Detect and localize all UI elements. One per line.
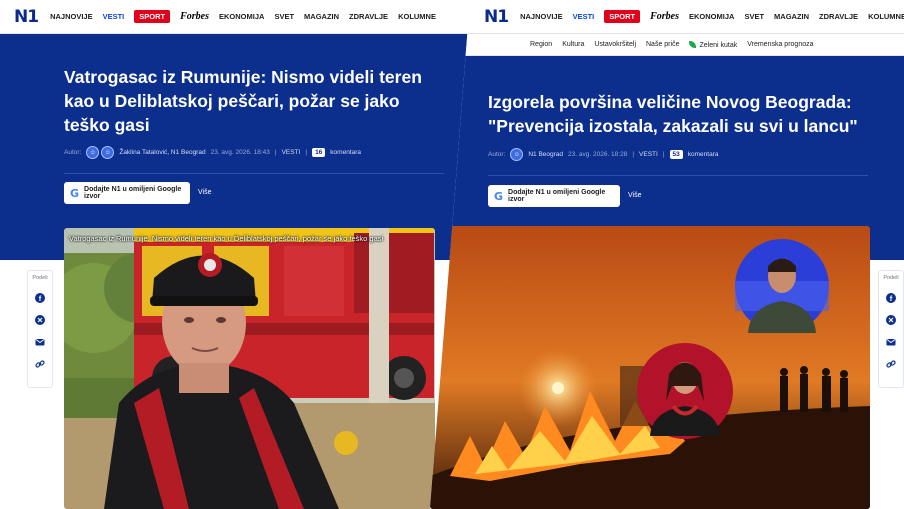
nav-item-kolumne[interactable]: KOLUMNE (868, 12, 904, 21)
photo-caption: Vatrogasac iz Rumunije: Nismo videli ter… (69, 234, 384, 243)
nav-item-vesti[interactable]: VESTI (103, 12, 125, 21)
headline-line: kao u Deliblatskoj peščari, požar se jak… (64, 91, 400, 111)
subnav-item-nase-price[interactable]: Naše priče (646, 41, 679, 48)
nav-item-magazin[interactable]: MAGAZIN (304, 12, 339, 21)
more-link[interactable]: Više (198, 189, 212, 196)
n1-logo[interactable]: N1 (484, 7, 509, 27)
publish-date: 23. avg. 2026. 18:28 (568, 151, 628, 158)
article-photo[interactable] (430, 226, 870, 509)
main-nav: NAJNOVIJE VESTI SPORT Forbes EKONOMIJA S… (50, 10, 436, 23)
author-avatar: ☺ (101, 146, 115, 159)
headline-line: "Prevencija izostala, zakazali su svi u … (488, 116, 858, 136)
left-article-page: N1 NAJNOVIJE VESTI SPORT Forbes EKONOMIJ… (0, 0, 470, 509)
x-icon[interactable] (35, 315, 45, 325)
share-bar: Podeli f (878, 270, 904, 388)
separator: | (662, 151, 665, 158)
google-icon: G (70, 186, 80, 200)
comment-label[interactable]: komentara (688, 151, 719, 158)
subnav-item-region[interactable]: Region (530, 41, 552, 48)
nav-item-vesti[interactable]: VESTI (573, 12, 595, 21)
nav-item-magazin[interactable]: MAGAZIN (774, 12, 809, 21)
nav-item-kolumne[interactable]: KOLUMNE (398, 12, 436, 21)
separator: | (632, 151, 635, 158)
main-nav: NAJNOVIJE VESTI SPORT Forbes EKONOMIJA S… (520, 10, 904, 23)
leaf-icon (689, 40, 697, 48)
author-label: Autor: (488, 151, 506, 158)
sub-navigation: Region Kultura Ustavokršitelj Naše priče… (430, 34, 904, 56)
share-label: Podeli (883, 275, 899, 281)
facebook-icon[interactable]: f (886, 293, 896, 303)
x-icon[interactable] (886, 315, 896, 325)
nav-item-sport[interactable]: SPORT (134, 10, 171, 23)
subnav-item-zeleni-kutak[interactable]: Zeleni kutak (689, 40, 738, 49)
comment-count-badge[interactable]: 53 (669, 150, 683, 159)
share-label: Podeli (32, 275, 48, 281)
author-name[interactable]: N1 Beograd (528, 151, 563, 158)
nav-item-zdravlje[interactable]: ZDRAVLJE (349, 12, 388, 21)
header-divider (488, 175, 868, 176)
comment-label[interactable]: komentara (330, 149, 361, 156)
google-icon: G (494, 189, 504, 203)
author-name[interactable]: Žaklina Tatalović, N1 Beograd (119, 149, 205, 156)
article-headline: Vatrogasac iz Rumunije: Nismo videli ter… (64, 65, 444, 137)
google-source-button[interactable]: G Dodajte N1 u omiljeni Google izvor (488, 185, 620, 207)
nav-item-najnovije[interactable]: NAJNOVIJE (520, 12, 563, 21)
nav-item-svet[interactable]: SVET (274, 12, 294, 21)
headline-line: Vatrogasac iz Rumunije: Nismo videli ter… (64, 67, 422, 87)
article-meta: Autor: ☺ N1 Beograd 23. avg. 2026. 18:28… (488, 148, 718, 161)
headline-line: Izgorela površina veličine Novog Beograd… (488, 92, 852, 112)
facebook-icon[interactable]: f (35, 293, 45, 303)
more-link[interactable]: Više (628, 192, 642, 199)
article-headline: Izgorela površina veličine Novog Beograd… (488, 90, 898, 138)
category-link[interactable]: VESTI (282, 149, 301, 156)
separator: | (274, 149, 277, 156)
screen: N1 NAJNOVIJE VESTI SPORT Forbes EKONOMIJ… (0, 0, 904, 509)
nav-item-forbes[interactable]: Forbes (650, 11, 679, 22)
link-icon[interactable] (886, 359, 896, 369)
mail-icon[interactable] (35, 337, 45, 347)
google-source-label: Dodajte N1 u omiljeni Google izvor (84, 186, 182, 200)
google-source-button[interactable]: G Dodajte N1 u omiljeni Google izvor (64, 182, 190, 204)
top-navigation: N1 NAJNOVIJE VESTI SPORT Forbes EKONOMIJ… (430, 0, 904, 34)
nav-item-ekonomija[interactable]: EKONOMIJA (219, 12, 264, 21)
author-avatar: ☺ (510, 148, 524, 161)
nav-item-sport[interactable]: SPORT (604, 10, 641, 23)
nav-item-forbes[interactable]: Forbes (180, 11, 209, 22)
author-avatar: ☺ (86, 146, 100, 159)
nav-item-svet[interactable]: SVET (744, 12, 764, 21)
header-divider (64, 173, 444, 174)
nav-item-zdravlje[interactable]: ZDRAVLJE (819, 12, 858, 21)
subnav-item-vremenska-prognoza[interactable]: Vremenska prognoza (747, 41, 813, 48)
author-label: Autor: (64, 149, 82, 156)
n1-logo[interactable]: N1 (14, 7, 39, 27)
nav-item-ekonomija[interactable]: EKONOMIJA (689, 12, 734, 21)
headline-line: teško gasi (64, 115, 150, 135)
publish-date: 23. avg. 2026. 18:43 (210, 149, 270, 156)
article-meta: Autor: ☺ ☺ Žaklina Tatalović, N1 Beograd… (64, 146, 361, 159)
subnav-item-kultura[interactable]: Kultura (562, 41, 584, 48)
link-icon[interactable] (35, 359, 45, 369)
separator: | (305, 149, 308, 156)
category-link[interactable]: VESTI (639, 151, 658, 158)
google-source-label: Dodajte N1 u omiljeni Google izvor (508, 189, 606, 203)
share-bar: Podeli f (27, 270, 53, 388)
nav-item-najnovije[interactable]: NAJNOVIJE (50, 12, 93, 21)
comment-count-badge[interactable]: 16 (312, 148, 326, 157)
right-article-page: N1 NAJNOVIJE VESTI SPORT Forbes EKONOMIJ… (430, 0, 904, 509)
subnav-label: Zeleni kutak (699, 41, 738, 49)
subnav-item-ustavokrsitelj[interactable]: Ustavokršitelj (594, 41, 636, 48)
mail-icon[interactable] (886, 337, 896, 347)
article-photo[interactable]: Vatrogasac iz Rumunije: Nismo videli ter… (64, 228, 435, 509)
top-navigation: N1 NAJNOVIJE VESTI SPORT Forbes EKONOMIJ… (0, 0, 470, 34)
